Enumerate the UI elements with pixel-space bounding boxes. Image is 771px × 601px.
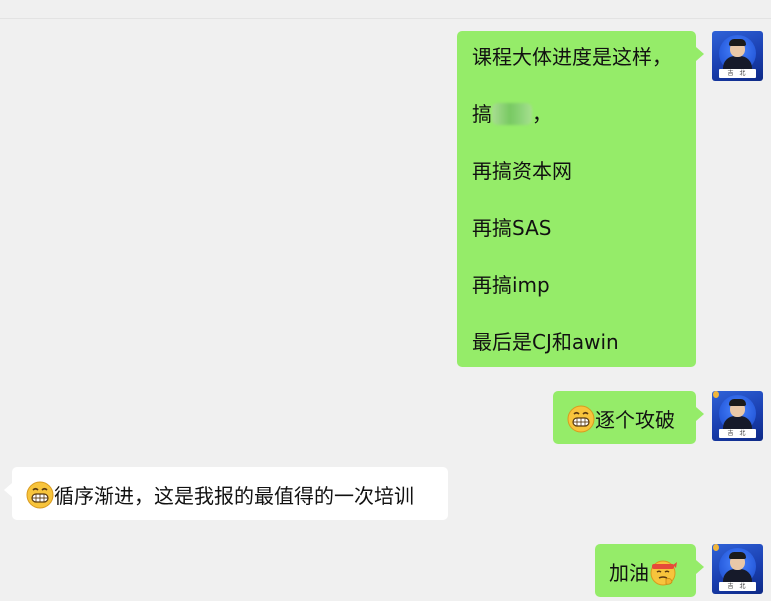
avatar-name-plate: 吉 北: [719, 582, 756, 591]
chat-bubble-received[interactable]: 循序渐进，这是我报的最值得的一次培训: [4, 467, 448, 520]
message-line: 搞，: [472, 102, 681, 159]
message-text: 逐个攻破: [595, 408, 675, 432]
avatar-name-plate: 吉 北: [719, 69, 756, 78]
chat-bubble-sent[interactable]: 加油: [595, 544, 704, 597]
chat-bubble-sent[interactable]: 课程大体进度是这样， 搞， 再搞资本网 再搞SAS 再搞imp 最后是CJ和aw…: [457, 31, 704, 367]
top-divider: [0, 18, 771, 19]
message-text: 搞: [472, 102, 492, 126]
fighting-headband-emoji: [649, 558, 677, 591]
chat-bubble-sent[interactable]: 逐个攻破: [553, 391, 704, 444]
message-text: 循序渐进，这是我报的最值得的一次培训: [54, 484, 414, 508]
grinning-face-emoji: [567, 405, 595, 438]
message-line: 最后是CJ和awin: [472, 330, 619, 354]
message-line: 再搞SAS: [472, 216, 552, 240]
avatar[interactable]: 吉 北: [712, 544, 763, 594]
message-line: 课程大体进度是这样，: [472, 45, 672, 69]
message-text: 加油: [609, 561, 649, 585]
avatar[interactable]: 吉 北: [712, 391, 763, 441]
message-text: ，: [532, 102, 552, 126]
blurred-redaction: [492, 103, 532, 125]
avatar-name-plate: 吉 北: [719, 429, 756, 438]
message-line: 再搞imp: [472, 273, 550, 297]
avatar[interactable]: 吉 北: [712, 31, 763, 81]
message-line: 再搞资本网: [472, 159, 572, 183]
grinning-face-emoji: [26, 481, 54, 514]
